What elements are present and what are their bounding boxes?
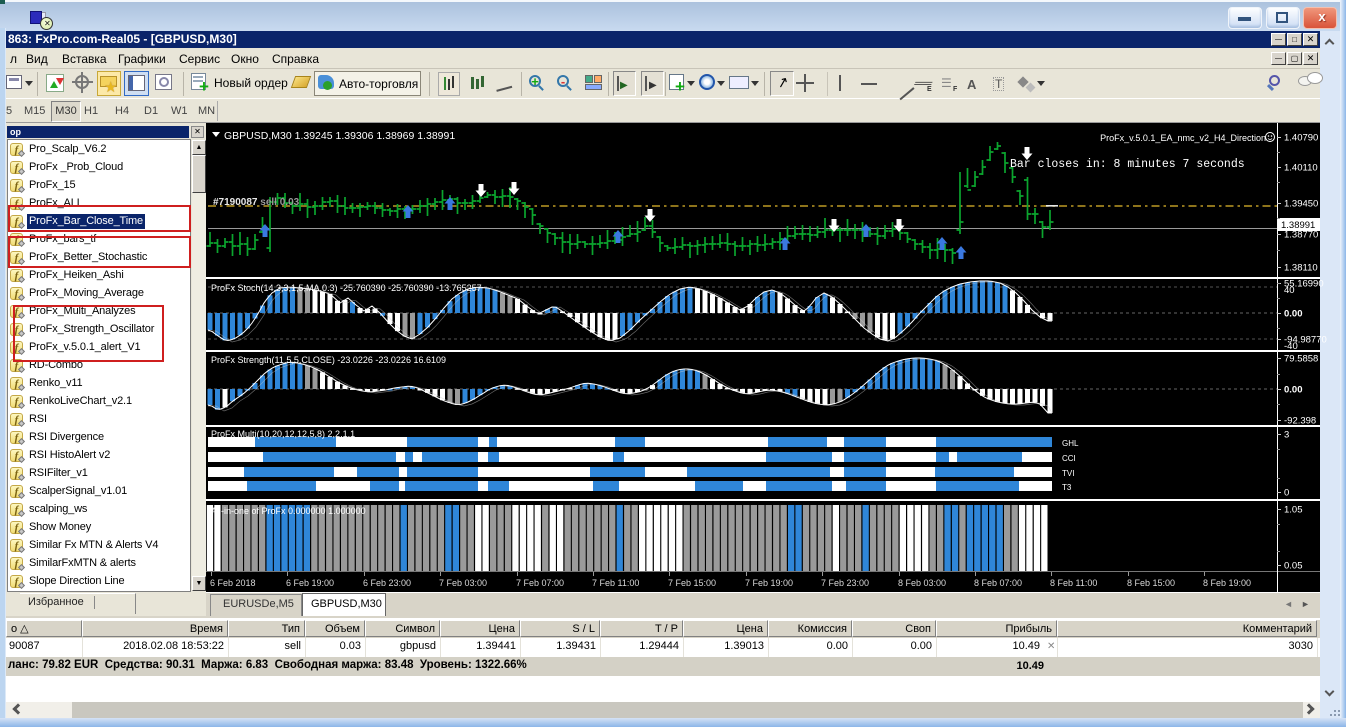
svg-text:7 Feb 19:00: 7 Feb 19:00 (745, 578, 793, 588)
svg-text:#7190087 sell 0.03: #7190087 sell 0.03 (213, 197, 300, 208)
svg-text:6 Feb 19:00: 6 Feb 19:00 (286, 578, 334, 588)
svg-text:8 Feb 03:00: 8 Feb 03:00 (898, 578, 946, 588)
svg-text:1.05: 1.05 (1284, 505, 1303, 516)
svg-text:8 Feb 07:00: 8 Feb 07:00 (974, 578, 1022, 588)
svg-text:8 Feb 19:00: 8 Feb 19:00 (1203, 578, 1251, 588)
svg-text:ProFx Stoch(14,3,3,1,5,MA,0.3): ProFx Stoch(14,3,3,1,5,MA,0.3) -25.76039… (211, 283, 482, 293)
svg-text:7 Feb 07:00: 7 Feb 07:00 (516, 578, 564, 588)
svg-text:All-in-one of ProFx 0.000000 1: All-in-one of ProFx 0.000000 1.000000 (211, 506, 366, 516)
svg-text:7 Feb 15:00: 7 Feb 15:00 (668, 578, 716, 588)
svg-text:1.38770: 1.38770 (1284, 230, 1318, 241)
svg-text:0.05: 0.05 (1284, 561, 1303, 572)
svg-text:8 Feb 11:00: 8 Feb 11:00 (1050, 578, 1097, 588)
svg-text:Bar closes in: 8 minutes 7 sec: Bar closes in: 8 minutes 7 seconds (1010, 158, 1245, 171)
svg-text:1.38991: 1.38991 (1281, 220, 1315, 231)
svg-text:79.5858: 79.5858 (1284, 354, 1318, 365)
svg-text:7 Feb 23:00: 7 Feb 23:00 (821, 578, 869, 588)
svg-text:1.40110: 1.40110 (1284, 163, 1318, 174)
svg-text:1.39450: 1.39450 (1284, 199, 1318, 210)
svg-text:3: 3 (1284, 430, 1289, 441)
svg-text:ProFx Strength(11,5,5,CLOSE) -: ProFx Strength(11,5,5,CLOSE) -23.0226 -2… (211, 355, 446, 365)
svg-text:GHL: GHL (1062, 439, 1079, 448)
svg-text:0.00: 0.00 (1284, 385, 1303, 396)
svg-text:-40: -40 (1284, 341, 1298, 352)
svg-text:1.40790: 1.40790 (1284, 133, 1318, 144)
svg-text:-92.398: -92.398 (1284, 416, 1316, 427)
svg-text:6 Feb 23:00: 6 Feb 23:00 (363, 578, 411, 588)
svg-text:T3: T3 (1062, 483, 1072, 492)
svg-text:TVI: TVI (1062, 469, 1074, 478)
svg-text:0.00: 0.00 (1284, 309, 1303, 320)
svg-text:ProFx_v.5.0.1_EA_nmc_v2_H4_Dir: ProFx_v.5.0.1_EA_nmc_v2_H4_Direction (1100, 133, 1266, 143)
svg-text:ProFx Multi(10,20,12,12,5,8) 2: ProFx Multi(10,20,12,12,5,8) 2,2,1,1 (211, 429, 355, 439)
svg-text:1.38110: 1.38110 (1284, 263, 1318, 274)
svg-text:7 Feb 03:00: 7 Feb 03:00 (439, 578, 487, 588)
svg-text:GBPUSD,M30 1.39245 1.39306 1.: GBPUSD,M30 1.39245 1.39306 1.38969 1.389… (224, 130, 455, 142)
svg-text:6 Feb 2018: 6 Feb 2018 (210, 578, 256, 588)
svg-text:0: 0 (1284, 488, 1289, 499)
svg-text:7 Feb 11:00: 7 Feb 11:00 (592, 578, 639, 588)
svg-text:8 Feb 15:00: 8 Feb 15:00 (1127, 578, 1175, 588)
svg-text:CCI: CCI (1062, 454, 1076, 463)
svg-text:40: 40 (1284, 285, 1295, 296)
